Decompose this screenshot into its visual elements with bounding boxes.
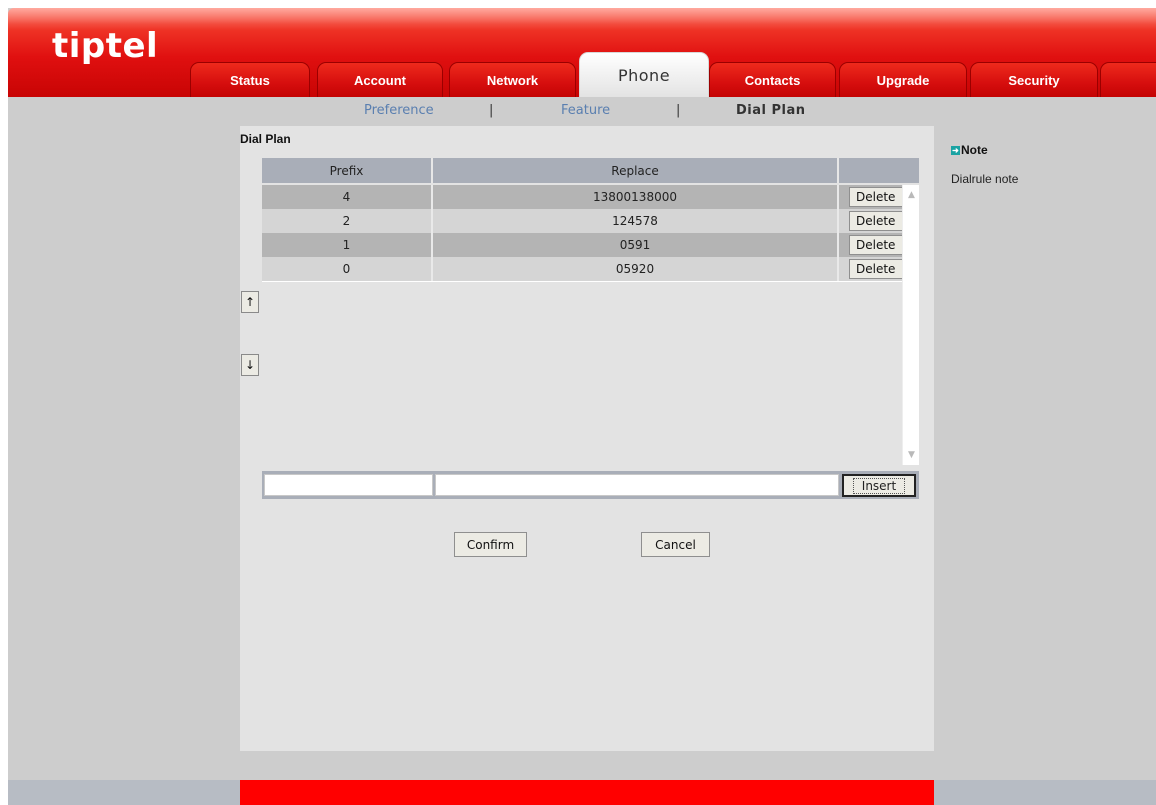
delete-button[interactable]: Delete — [849, 259, 905, 279]
confirm-button[interactable]: Confirm — [454, 532, 527, 557]
table-row[interactable]: 1 0591 Delete — [262, 233, 905, 257]
cell-replace: 0591 — [433, 233, 839, 257]
prefix-input[interactable] — [264, 474, 433, 496]
dial-plan-panel: Dial Plan Prefix Replace 4 13800138000 D… — [240, 126, 934, 751]
sub-navigation: Preference | Feature | Dial Plan — [8, 103, 1156, 123]
footer-accent — [240, 780, 934, 805]
subnav-preference[interactable]: Preference — [364, 103, 434, 118]
tab-status[interactable]: Status — [190, 62, 310, 97]
cell-prefix: 4 — [262, 185, 433, 209]
app-frame: tiptel Status Account Network Phone Cont… — [8, 8, 1156, 805]
tab-more[interactable] — [1100, 62, 1156, 97]
delete-button[interactable]: Delete — [849, 211, 905, 231]
column-header-prefix: Prefix — [262, 158, 433, 183]
table-body[interactable]: 4 13800138000 Delete 2 124578 Delete 1 0… — [262, 185, 919, 465]
delete-button[interactable]: Delete — [849, 187, 905, 207]
cell-replace: 124578 — [433, 209, 839, 233]
insert-row: Insert — [262, 471, 919, 499]
cancel-button[interactable]: Cancel — [641, 532, 710, 557]
table-scrollbar[interactable]: ▲ ▼ — [902, 185, 919, 465]
scroll-up-arrow-icon[interactable]: ▲ — [904, 187, 919, 202]
insert-button[interactable]: Insert — [842, 474, 916, 497]
note-box: ➜ Note Dialrule note — [951, 143, 1018, 186]
subnav-feature[interactable]: Feature — [561, 103, 610, 118]
move-up-button[interactable]: ↑ — [241, 291, 259, 313]
cell-prefix: 0 — [262, 257, 433, 281]
panel-title: Dial Plan — [240, 132, 291, 146]
table-row[interactable]: 2 124578 Delete — [262, 209, 905, 233]
tab-phone[interactable]: Phone — [579, 52, 709, 97]
table-row[interactable]: 0 05920 Delete — [262, 257, 905, 281]
subnav-separator: | — [676, 103, 681, 118]
scroll-down-arrow-icon[interactable]: ▼ — [904, 447, 919, 462]
main-tabs: Status Account Network Phone Contacts Up… — [8, 8, 1156, 97]
tab-account[interactable]: Account — [317, 62, 443, 97]
subnav-separator: | — [489, 103, 494, 118]
column-header-replace: Replace — [433, 158, 839, 183]
cell-replace: 13800138000 — [433, 185, 839, 209]
move-down-button[interactable]: ↓ — [241, 354, 259, 376]
table-empty-area — [262, 282, 902, 465]
cell-replace: 05920 — [433, 257, 839, 281]
tab-upgrade[interactable]: Upgrade — [839, 62, 967, 97]
tab-network[interactable]: Network — [449, 62, 576, 97]
subnav-dial-plan[interactable]: Dial Plan — [736, 103, 806, 118]
column-header-action — [839, 158, 919, 183]
table-header: Prefix Replace — [262, 158, 919, 183]
replace-input[interactable] — [435, 474, 839, 496]
tab-security[interactable]: Security — [970, 62, 1098, 97]
note-title: ➜ Note — [951, 143, 1018, 157]
cell-prefix: 2 — [262, 209, 433, 233]
delete-button[interactable]: Delete — [849, 235, 905, 255]
note-text: Dialrule note — [951, 172, 1019, 186]
note-title-label: Note — [961, 143, 988, 157]
footer-bar — [8, 780, 1156, 805]
insert-button-label: Insert — [852, 477, 906, 494]
arrow-right-icon: ➜ — [951, 145, 960, 155]
table-row[interactable]: 4 13800138000 Delete — [262, 185, 905, 209]
tab-contacts[interactable]: Contacts — [709, 62, 836, 97]
header-bar: tiptel Status Account Network Phone Cont… — [8, 8, 1156, 97]
cell-prefix: 1 — [262, 233, 433, 257]
